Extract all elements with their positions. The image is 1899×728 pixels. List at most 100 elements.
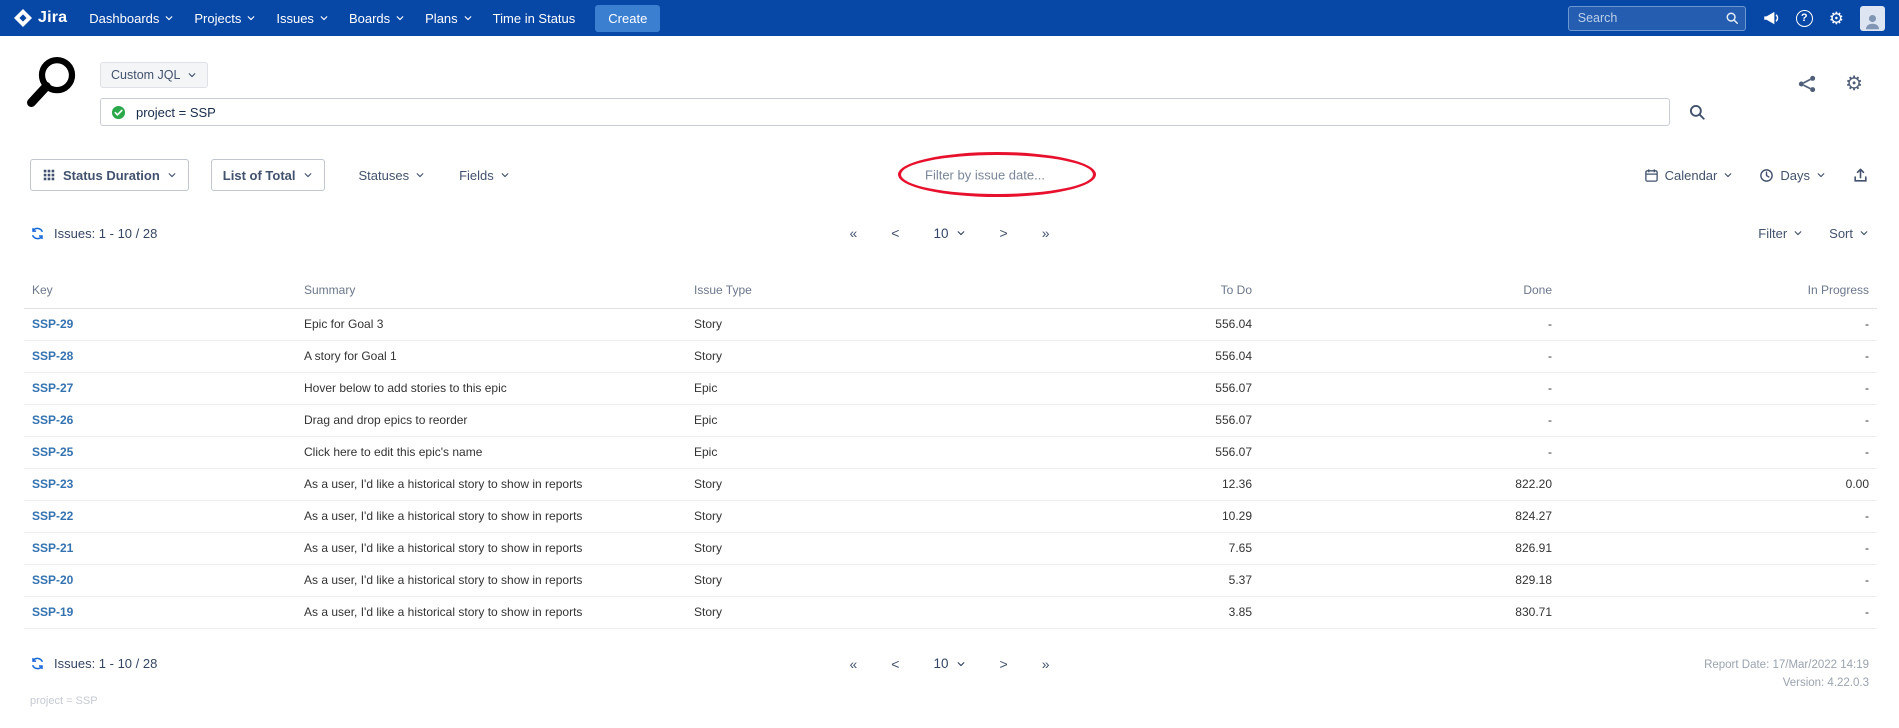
inprogress-value: -	[1560, 500, 1877, 532]
user-avatar[interactable]	[1860, 6, 1885, 31]
next-page-button[interactable]: >	[1000, 656, 1008, 672]
prev-page-button[interactable]: <	[891, 225, 899, 241]
settings-gear-icon[interactable]: ⚙	[1845, 74, 1863, 94]
todo-value: 556.07	[950, 436, 1260, 468]
issue-summary: Hover below to add stories to this epic	[296, 372, 686, 404]
nav-item-time-in-status[interactable]: Time in Status	[483, 0, 586, 36]
last-page-button[interactable]: »	[1042, 656, 1050, 672]
query-main: Custom JQL	[100, 62, 1706, 126]
sort-dropdown[interactable]: Sort	[1829, 226, 1869, 241]
run-search-icon[interactable]	[1688, 103, 1706, 121]
create-button[interactable]: Create	[595, 5, 660, 32]
nav-item-projects[interactable]: Projects	[184, 0, 266, 36]
view-mode-button[interactable]: List of Total	[211, 159, 325, 191]
app-logo-search-icon	[22, 52, 82, 112]
first-page-button[interactable]: «	[850, 656, 858, 672]
table-row: SSP-25 Click here to edit this epic's na…	[24, 436, 1877, 468]
calendar-icon	[1644, 168, 1659, 183]
refresh-icon[interactable]	[30, 656, 45, 671]
unit-label: Days	[1780, 168, 1810, 183]
issue-key-link[interactable]: SSP-21	[32, 541, 73, 555]
nav-item-boards[interactable]: Boards	[339, 0, 415, 36]
issues-count-label: Issues: 1 - 10 / 28	[54, 226, 157, 241]
global-search-input[interactable]	[1568, 6, 1746, 31]
help-icon[interactable]: ?	[1796, 10, 1813, 27]
announcements-icon[interactable]	[1762, 9, 1780, 27]
list-controls: Filter Sort	[1758, 226, 1869, 241]
col-header-key: Key	[24, 272, 296, 308]
view-mode-label: List of Total	[223, 168, 296, 183]
todo-value: 556.04	[950, 340, 1260, 372]
query-echo: project = SSP	[30, 695, 1899, 707]
chevron-down-icon	[1859, 228, 1869, 238]
issue-key-link[interactable]: SSP-23	[32, 477, 73, 491]
issue-type: Story	[686, 468, 950, 500]
table-row: SSP-26 Drag and drop epics to reorder Ep…	[24, 404, 1877, 436]
issue-date-filter[interactable]: Filter by issue date...	[925, 168, 1045, 183]
refresh-icon[interactable]	[30, 226, 45, 241]
report-type-button[interactable]: Status Duration	[30, 159, 189, 191]
statuses-dropdown[interactable]: Statuses	[359, 168, 426, 183]
chevron-down-icon	[463, 13, 473, 23]
done-value: -	[1260, 404, 1560, 436]
next-page-button[interactable]: >	[1000, 225, 1008, 241]
search-icon[interactable]	[1725, 11, 1739, 25]
issue-key-link[interactable]: SSP-25	[32, 445, 73, 459]
nav-item-dashboards[interactable]: Dashboards	[79, 0, 184, 36]
calendar-dropdown[interactable]: Calendar	[1644, 168, 1734, 183]
fields-dropdown[interactable]: Fields	[459, 168, 510, 183]
jql-mode-button[interactable]: Custom JQL	[100, 62, 208, 88]
toolbar-right: Calendar Days	[1644, 167, 1869, 184]
issues-count-label: Issues: 1 - 10 / 28	[54, 656, 157, 671]
jql-mode-label: Custom JQL	[111, 68, 180, 82]
issue-type: Story	[686, 564, 950, 596]
done-value: -	[1260, 308, 1560, 340]
jira-mark-icon	[14, 9, 32, 27]
issue-key-link[interactable]: SSP-29	[32, 317, 73, 331]
nav-item-issues[interactable]: Issues	[266, 0, 339, 36]
page-size-select[interactable]: 10	[933, 226, 965, 241]
chevron-down-icon	[1816, 170, 1826, 180]
unit-dropdown[interactable]: Days	[1759, 168, 1826, 183]
table-row: SSP-29 Epic for Goal 3 Story 556.04 - -	[24, 308, 1877, 340]
issue-type: Story	[686, 340, 950, 372]
table-row: SSP-28 A story for Goal 1 Story 556.04 -…	[24, 340, 1877, 372]
prev-page-button[interactable]: <	[891, 656, 899, 672]
issue-key-link[interactable]: SSP-22	[32, 509, 73, 523]
issue-type: Story	[686, 532, 950, 564]
results-bar-bottom: Issues: 1 - 10 / 28 « < 10 > » Report Da…	[0, 629, 1899, 691]
issues-count: Issues: 1 - 10 / 28	[30, 226, 157, 241]
issue-type: Epic	[686, 436, 950, 468]
issue-summary: Epic for Goal 3	[296, 308, 686, 340]
filter-dropdown[interactable]: Filter	[1758, 226, 1803, 241]
nav-item-label: Projects	[194, 11, 241, 26]
admin-gear-icon[interactable]: ⚙	[1829, 10, 1844, 27]
col-header-issue-type: Issue Type	[686, 272, 950, 308]
share-icon[interactable]	[1797, 74, 1817, 94]
query-row	[100, 98, 1706, 126]
first-page-button[interactable]: «	[850, 225, 858, 241]
issue-key-link[interactable]: SSP-26	[32, 413, 73, 427]
todo-value: 7.65	[950, 532, 1260, 564]
page-size-select[interactable]: 10	[933, 656, 965, 671]
inprogress-value: -	[1560, 372, 1877, 404]
todo-value: 3.85	[950, 596, 1260, 628]
jira-logo[interactable]: Jira	[14, 9, 67, 27]
inprogress-value: -	[1560, 404, 1877, 436]
issue-key-link[interactable]: SSP-20	[32, 573, 73, 587]
issue-key-link[interactable]: SSP-19	[32, 605, 73, 619]
todo-value: 10.29	[950, 500, 1260, 532]
todo-value: 5.37	[950, 564, 1260, 596]
issue-key-link[interactable]: SSP-27	[32, 381, 73, 395]
issue-key-link[interactable]: SSP-28	[32, 349, 73, 363]
last-page-button[interactable]: »	[1042, 225, 1050, 241]
chevron-down-icon	[164, 13, 174, 23]
jql-query-input[interactable]	[134, 104, 1659, 121]
query-header: Custom JQL ⚙	[0, 36, 1899, 154]
fields-label: Fields	[459, 168, 494, 183]
nav-item-plans[interactable]: Plans	[415, 0, 483, 36]
issue-type: Story	[686, 596, 950, 628]
pagination-top: « < 10 > »	[850, 225, 1050, 241]
export-icon[interactable]	[1852, 167, 1869, 184]
chevron-down-icon	[415, 170, 425, 180]
